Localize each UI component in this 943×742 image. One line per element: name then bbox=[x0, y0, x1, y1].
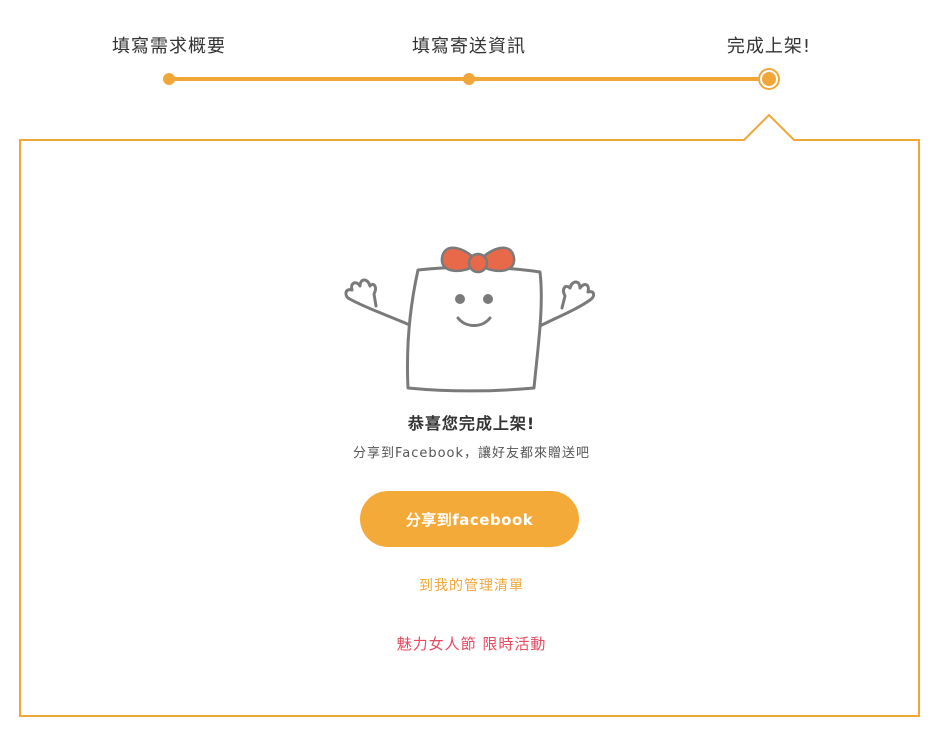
success-heading: 恭喜您完成上架! bbox=[407, 414, 536, 433]
share-facebook-button[interactable]: 分享到facebook bbox=[360, 491, 579, 547]
happy-box-mascot-icon bbox=[344, 246, 596, 393]
my-list-link[interactable]: 到我的管理清單 bbox=[0, 575, 943, 595]
share-hint-text: 分享到Facebook，讓好友都來贈送吧 bbox=[352, 446, 591, 461]
promo-event-link[interactable]: 魅力女人節 限時活動 bbox=[0, 633, 943, 654]
